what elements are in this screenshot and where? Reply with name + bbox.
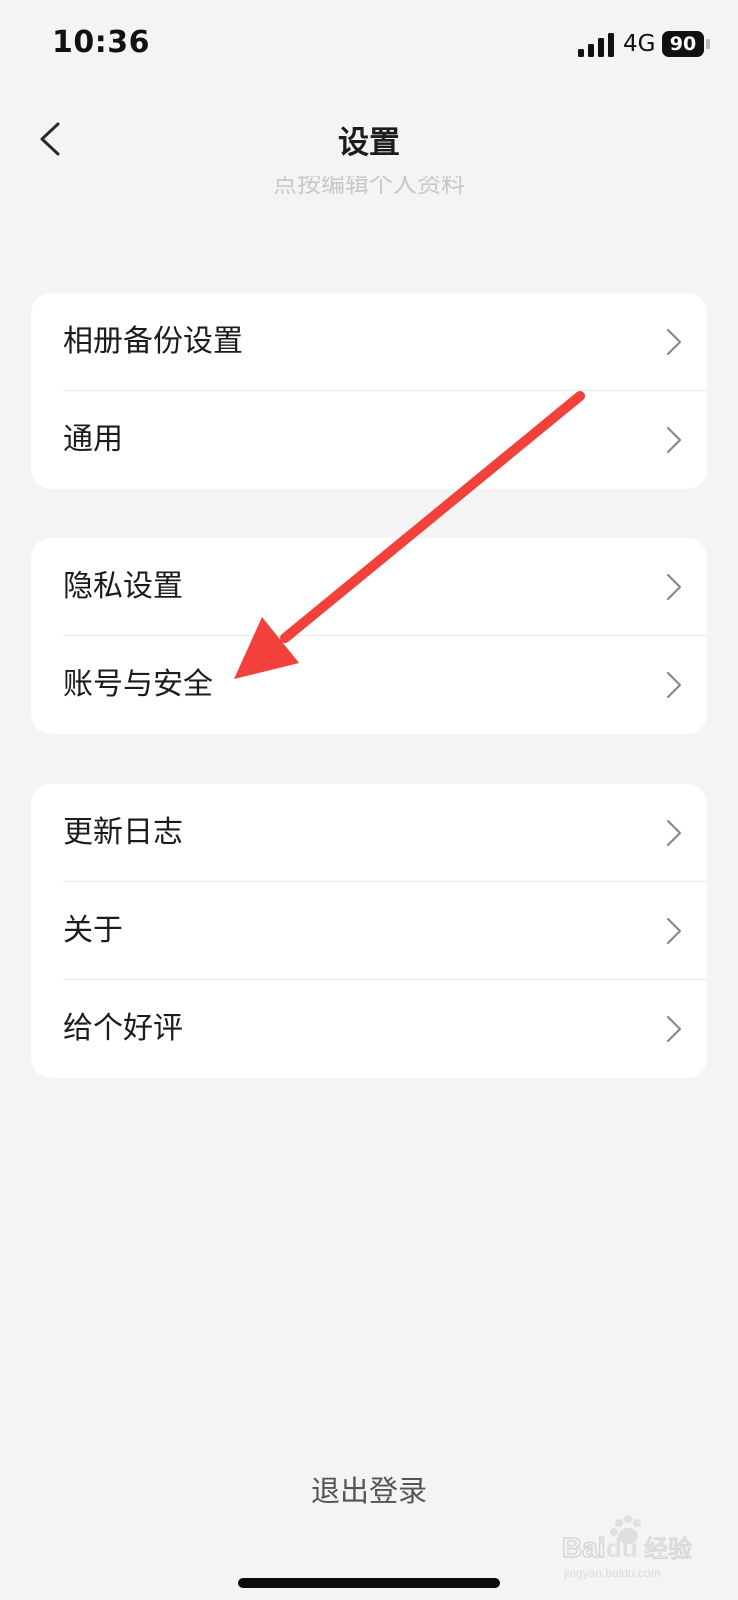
home-indicator <box>238 1578 500 1588</box>
svg-text:Bai: Bai <box>562 1532 606 1563</box>
chevron-right-icon <box>666 671 682 699</box>
chevron-right-icon <box>666 917 682 945</box>
menu-item-privacy[interactable]: 隐私设置 <box>31 538 707 636</box>
edit-profile-hint-text: 点按编辑个人资料 <box>273 176 465 198</box>
chevron-right-icon <box>666 426 682 454</box>
edit-profile-hint: 点按编辑个人资料 <box>0 176 738 202</box>
menu-item-label: 更新日志 <box>63 815 183 850</box>
page-title: 设置 <box>338 125 400 161</box>
chevron-right-icon <box>666 819 682 847</box>
menu-item-label: 给个好评 <box>63 1011 183 1046</box>
logout-button[interactable]: 退出登录 <box>0 1468 738 1510</box>
settings-group-3: 更新日志 关于 给个好评 <box>31 784 707 1078</box>
baidu-watermark-logo: Bai du 经验 jingyan.baidu.com <box>562 1515 693 1580</box>
chevron-right-icon <box>666 1015 682 1043</box>
settings-group-1: 相册备份设置 通用 <box>31 293 707 489</box>
menu-item-account-security[interactable]: 账号与安全 <box>31 636 707 734</box>
svg-text:经验: 经验 <box>644 1535 692 1563</box>
chevron-right-icon <box>666 328 682 356</box>
battery-icon: 90 <box>662 31 712 57</box>
menu-item-general[interactable]: 通用 <box>31 391 707 489</box>
menu-item-label: 相册备份设置 <box>63 324 243 359</box>
network-type-label: 4G <box>623 31 656 57</box>
menu-item-label: 隐私设置 <box>63 569 183 604</box>
svg-text:du: du <box>606 1533 638 1563</box>
settings-group-2: 隐私设置 账号与安全 <box>31 538 707 734</box>
battery-cap <box>706 39 710 49</box>
menu-item-label: 通用 <box>63 422 123 457</box>
menu-item-label: 关于 <box>63 913 123 948</box>
menu-item-album-backup[interactable]: 相册备份设置 <box>31 293 707 391</box>
chevron-right-icon <box>666 573 682 601</box>
status-time: 10:36 <box>52 25 150 60</box>
menu-item-label: 账号与安全 <box>63 667 213 702</box>
menu-item-rate-app[interactable]: 给个好评 <box>31 980 707 1078</box>
signal-icon <box>578 33 614 57</box>
svg-text:jingyan.baidu.com: jingyan.baidu.com <box>563 1566 661 1580</box>
menu-item-about[interactable]: 关于 <box>31 882 707 980</box>
battery-level: 90 <box>669 33 697 55</box>
menu-item-changelog[interactable]: 更新日志 <box>31 784 707 882</box>
status-bar: 10:36 4G 90 <box>0 0 738 90</box>
